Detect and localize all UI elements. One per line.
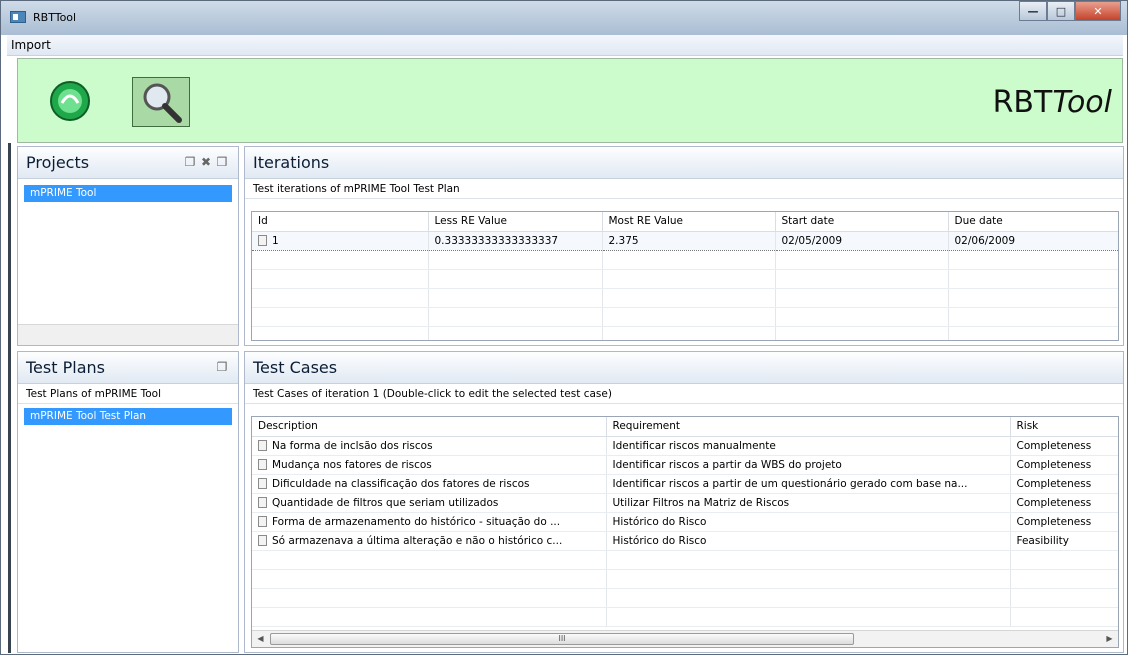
document-icon (258, 515, 267, 527)
test-cases-col-risk[interactable]: Risk (1010, 417, 1118, 437)
close-icon: ✕ (1093, 4, 1103, 18)
test-plan-item[interactable]: mPRIME Tool Test Plan (24, 408, 232, 425)
minimize-icon: — (1027, 4, 1039, 18)
empty-row (252, 569, 1118, 589)
test-cases-panel: Test Cases Test Cases of iteration 1 (Do… (244, 351, 1124, 653)
document-icon (258, 477, 267, 489)
empty-row (252, 269, 1118, 289)
app-brand: RBTTool (992, 85, 1112, 120)
projects-title: Projects (26, 153, 90, 172)
test-cases-title: Test Cases (253, 358, 338, 377)
iterations-subtitle: Test iterations of mPRIME Tool Test Plan (245, 179, 1123, 199)
window-title: RBTTool (33, 11, 77, 24)
test-case-row[interactable]: Mudança nos fatores de riscos Identifica… (252, 455, 1118, 475)
empty-row (252, 250, 1118, 270)
search-button[interactable] (132, 77, 190, 127)
document-icon (258, 234, 267, 246)
document-icon (258, 496, 267, 508)
delete-project-icon[interactable]: ✖ (200, 156, 212, 169)
edit-project-icon[interactable]: ❒ (216, 156, 228, 169)
maximize-icon: □ (1055, 4, 1067, 18)
test-plans-subtitle: Test Plans of mPRIME Tool (18, 384, 238, 404)
test-cases-table: Description Requirement Risk Na forma de… (251, 416, 1119, 648)
scroll-left-icon[interactable]: ◀ (252, 631, 269, 647)
test-plans-panel: Test Plans ❐ Test Plans of mPRIME Tool m… (17, 351, 239, 653)
scroll-thumb[interactable]: III (270, 633, 854, 645)
scroll-right-icon[interactable]: ▶ (1101, 631, 1118, 647)
minimize-button[interactable]: — (1019, 1, 1047, 21)
test-cases-col-description[interactable]: Description (252, 417, 607, 437)
iteration-most-re: 2.375 (602, 230, 776, 251)
document-icon (258, 439, 267, 451)
new-project-icon[interactable]: ❐ (184, 156, 196, 169)
test-cases-col-requirement[interactable]: Requirement (606, 417, 1011, 437)
app-window: RBTTool — □ ✕ Import RBTTool Projects ❐ … (0, 0, 1128, 655)
empty-row (252, 326, 1118, 340)
test-case-row[interactable]: Dificuldade na classificação dos fatores… (252, 474, 1118, 494)
toolbar-banner: RBTTool (17, 58, 1123, 143)
connect-icon (50, 81, 90, 121)
test-case-row[interactable]: Forma de armazenamento do histórico - si… (252, 512, 1118, 532)
projects-footer (18, 324, 238, 345)
test-plans-title: Test Plans (26, 358, 105, 377)
menu-bar: Import (7, 35, 1123, 56)
iterations-col-start[interactable]: Start date (775, 212, 949, 232)
close-button[interactable]: ✕ (1075, 1, 1121, 21)
menu-import[interactable]: Import (11, 38, 51, 52)
test-case-row[interactable]: Só armazenava a última alteração e não o… (252, 531, 1118, 551)
iteration-less-re: 0.33333333333333337 (428, 230, 603, 251)
project-item[interactable]: mPRIME Tool (24, 185, 232, 202)
iteration-due-date: 02/06/2009 (948, 230, 1118, 251)
new-test-plan-icon[interactable]: ❐ (216, 361, 228, 374)
test-case-row[interactable]: Na forma de inclsão dos riscos Identific… (252, 436, 1118, 456)
iteration-id: 1 (272, 234, 279, 247)
iterations-panel: Iterations Test iterations of mPRIME Too… (244, 146, 1124, 346)
iteration-row[interactable]: 1 0.33333333333333337 2.375 02/05/2009 0… (252, 230, 1118, 251)
magnifier-icon (143, 83, 182, 123)
iterations-col-due[interactable]: Due date (948, 212, 1118, 232)
iterations-title: Iterations (253, 153, 330, 172)
empty-row (252, 307, 1118, 327)
iterations-col-most-re[interactable]: Most RE Value (602, 212, 776, 232)
app-icon (10, 11, 26, 23)
iterations-col-id[interactable]: Id (252, 212, 429, 232)
horizontal-scrollbar[interactable]: ◀ III ▶ (252, 630, 1118, 647)
document-icon (258, 458, 267, 470)
maximize-button[interactable]: □ (1047, 1, 1075, 21)
iterations-table: Id Less RE Value Most RE Value Start dat… (251, 211, 1119, 341)
iteration-start-date: 02/05/2009 (775, 230, 949, 251)
connect-button[interactable] (48, 79, 92, 123)
projects-panel: Projects ❐ ✖ ❒ mPRIME Tool (17, 146, 239, 346)
test-case-row[interactable]: Quantidade de filtros que seriam utiliza… (252, 493, 1118, 513)
document-icon (258, 534, 267, 546)
test-cases-subtitle: Test Cases of iteration 1 (Double-click … (245, 384, 1123, 404)
empty-row (252, 550, 1118, 570)
iterations-col-less-re[interactable]: Less RE Value (428, 212, 603, 232)
empty-row (252, 607, 1118, 627)
empty-row (252, 588, 1118, 608)
window-left-edge (8, 143, 11, 653)
title-bar[interactable]: RBTTool — □ ✕ (1, 1, 1127, 35)
empty-row (252, 288, 1118, 308)
